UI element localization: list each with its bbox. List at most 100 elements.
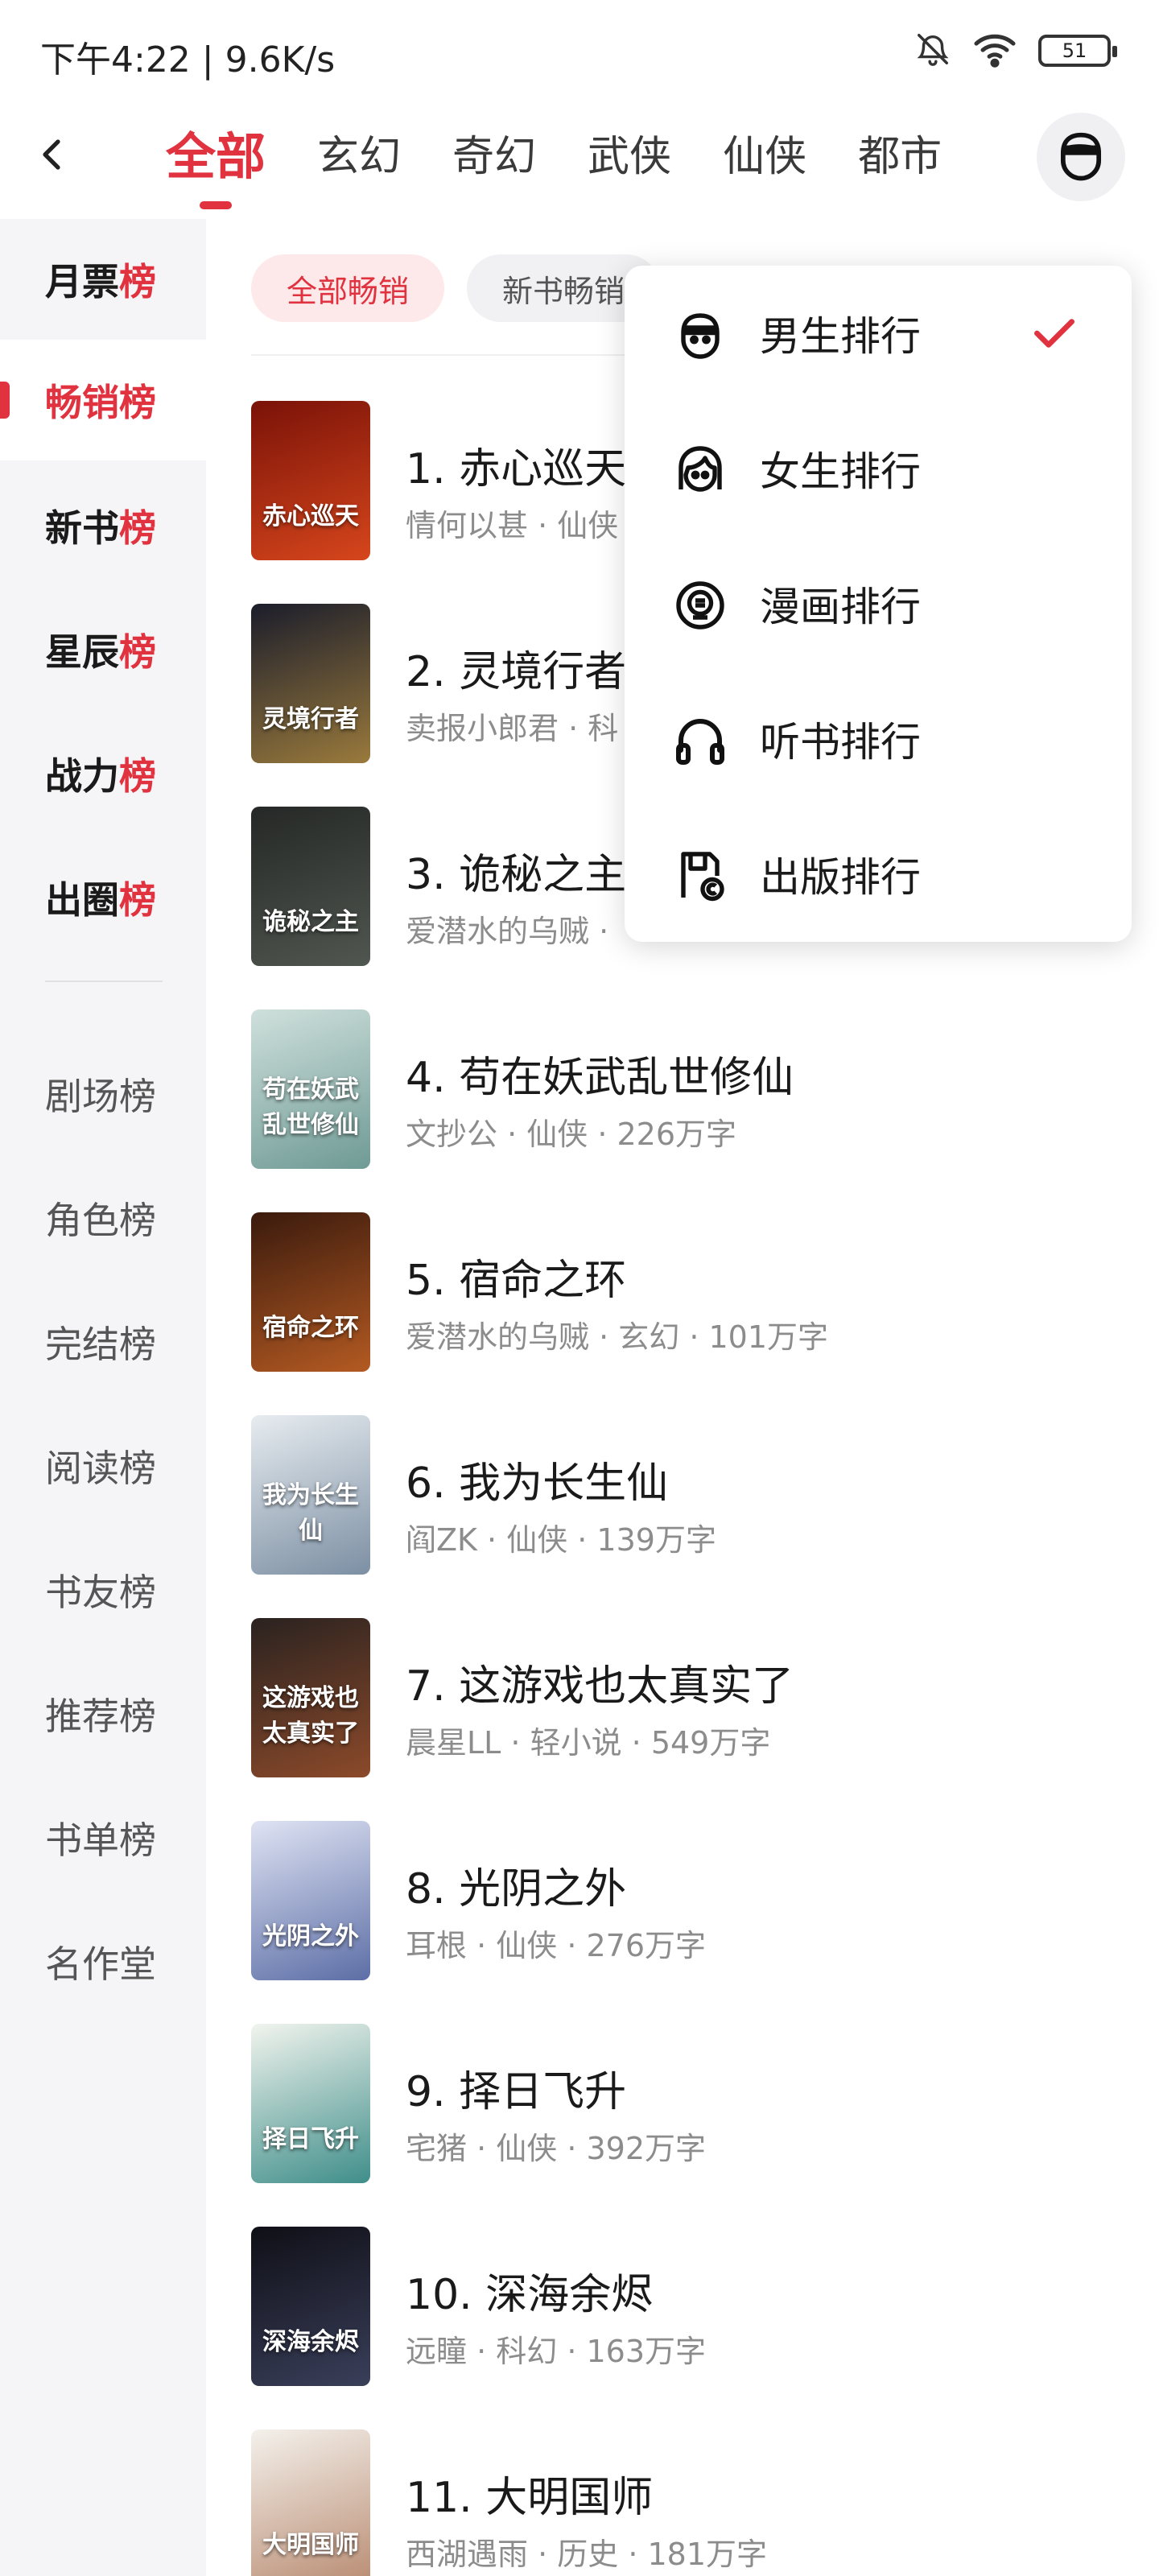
book-title: 4. 苟在妖武乱世修仙 [406, 1054, 794, 1102]
tab-wuxia[interactable]: 武侠 [588, 121, 671, 193]
sidebar-item-label: 新书 [45, 506, 119, 550]
tab-xianxia[interactable]: 仙侠 [723, 121, 806, 193]
sidebar-item-label: 星辰 [45, 630, 119, 674]
headphones-icon [671, 712, 729, 770]
sidebar-item-changxiao[interactable]: 畅销榜 [0, 340, 206, 460]
sidebar-item-shuyou[interactable]: 书友榜 [0, 1530, 206, 1650]
dropdown-item-female[interactable]: 女生排行 [625, 401, 1132, 536]
tab-all[interactable]: 全部 [166, 121, 266, 193]
book-title: 9. 择日飞升 [406, 2068, 627, 2116]
top-nav: 全部 玄幻 奇幻 武侠 仙侠 都市 [0, 105, 1159, 217]
sidebar-item-label-suffix: 榜 [119, 630, 156, 674]
dropdown-item-label: 出版排行 [760, 854, 921, 901]
sidebar-item-label: 月票 [45, 260, 119, 303]
sidebar-item-mingzuotang[interactable]: 名作堂 [0, 1901, 206, 2022]
status-time: 下午4:22 | 9.6K/s [40, 39, 336, 80]
book-title: 8. 光阴之外 [406, 1865, 627, 1913]
chevron-left-icon [34, 135, 72, 177]
book-meta: 晨星LL · 轻小说 · 549万字 [406, 1725, 771, 1761]
sidebar-item-xingchen[interactable]: 星辰榜 [0, 589, 206, 710]
book-title: 5. 宿命之环 [406, 1257, 627, 1305]
book-cover: 宿命之环 [251, 1212, 370, 1372]
sidebar-item-label: 出圈 [45, 878, 119, 922]
book-meta: 阎ZK · 仙侠 · 139万字 [406, 1522, 716, 1558]
book-cover-title: 赤心巡天 [262, 502, 359, 530]
book-list-item[interactable]: 择日飞升 9. 择日飞升宅猪 · 仙侠 · 392万字 [251, 2024, 1136, 2185]
book-list-item[interactable]: 我为长生仙 6. 我为长生仙阎ZK · 仙侠 · 139万字 [251, 1415, 1136, 1576]
male-face-icon [671, 306, 729, 364]
sidebar-divider [45, 980, 163, 982]
gender-switch-button[interactable] [1037, 113, 1125, 201]
book-meta: 文抄公 · 仙侠 · 226万字 [406, 1117, 737, 1152]
book-meta: 爱潜水的乌贼 · 玄幻 · 101万字 [406, 1319, 829, 1355]
book-title: 7. 这游戏也太真实了 [406, 1662, 794, 1711]
book-list-item[interactable]: 苟在妖武乱世修仙 4. 苟在妖武乱世修仙文抄公 · 仙侠 · 226万字 [251, 1009, 1136, 1170]
sidebar-item-label-suffix: 榜 [119, 878, 156, 922]
book-cover: 深海余烬 [251, 2227, 370, 2386]
sidebar-item-label: 战力 [45, 754, 119, 798]
book-meta: 远瞳 · 科幻 · 163万字 [406, 2334, 707, 2369]
book-cover: 大明国师 [251, 2429, 370, 2576]
bell-muted-icon [914, 31, 951, 71]
book-meta: 宅猪 · 仙侠 · 392万字 [406, 2131, 707, 2166]
book-meta: 爱潜水的乌贼 · [406, 914, 609, 949]
book-title: 6. 我为长生仙 [406, 1459, 669, 1508]
book-meta: 卖报小郎君 · 科 [406, 711, 619, 746]
book-cover-title: 光阴之外 [262, 1922, 359, 1951]
sidebar-item-yuepiao[interactable]: 月票榜 [0, 219, 206, 340]
sidebar-item-shudan[interactable]: 书单榜 [0, 1777, 206, 1898]
tab-qihuan[interactable]: 奇幻 [452, 121, 536, 193]
category-tabs: 全部 玄幻 奇幻 武侠 仙侠 都市 [166, 121, 993, 193]
sidebar-item-label: 畅销榜 [45, 381, 156, 424]
filter-chips: 全部畅销 新书畅销 [251, 254, 661, 322]
sidebar-item-label-suffix: 榜 [119, 260, 156, 303]
dropdown-item-label: 漫画排行 [760, 584, 921, 630]
book-title: 2. 灵境行者 [406, 648, 627, 696]
dropdown-item-publish[interactable]: 出版排行 [625, 807, 1132, 942]
dropdown-item-audiobook[interactable]: 听书排行 [625, 671, 1132, 807]
filter-chip-all-bestselling[interactable]: 全部畅销 [251, 254, 445, 322]
sidebar-item-xinshu[interactable]: 新书榜 [0, 465, 206, 586]
book-cover-title: 我为长生仙 [262, 1481, 359, 1545]
book-cover-title: 大明国师 [262, 2531, 359, 2559]
book-cover-title: 宿命之环 [262, 1314, 359, 1342]
book-title: 10. 深海余烬 [406, 2271, 654, 2319]
book-title: 1. 赤心巡天 [406, 445, 627, 493]
sidebar-item-chuquan[interactable]: 出圈榜 [0, 837, 206, 958]
book-cover-title: 诡秘之主 [262, 908, 359, 936]
dropdown-item-label: 女生排行 [760, 448, 921, 495]
book-cover-title: 这游戏也太真实了 [262, 1684, 359, 1748]
book-cover: 赤心巡天 [251, 401, 370, 560]
book-list-item[interactable]: 大明国师 11. 大明国师 西湖遇雨 · 历史 · 181万字 [251, 2429, 1136, 2576]
back-button[interactable] [29, 132, 77, 180]
book-list-item[interactable]: 深海余烬 10. 深海余烬远瞳 · 科幻 · 163万字 [251, 2227, 1136, 2388]
dropdown-arrow [1061, 246, 1103, 267]
sidebar-item-tuijian[interactable]: 推荐榜 [0, 1653, 206, 1774]
book-cover-title: 择日飞升 [262, 2125, 359, 2153]
book-cover: 苟在妖武乱世修仙 [251, 1009, 370, 1169]
sidebar-item-wanjie[interactable]: 完结榜 [0, 1282, 206, 1402]
comic-icon [671, 576, 729, 634]
book-cover: 灵境行者 [251, 604, 370, 763]
sidebar-item-juese[interactable]: 角色榜 [0, 1158, 206, 1278]
tab-xuanhuan[interactable]: 玄幻 [317, 121, 401, 193]
wifi-icon [972, 31, 1017, 71]
dropdown-item-male[interactable]: 男生排行 [625, 266, 1132, 401]
checkmark-icon [1030, 314, 1079, 356]
book-cover-title: 苟在妖武乱世修仙 [262, 1075, 359, 1139]
book-list-item[interactable]: 光阴之外 8. 光阴之外耳根 · 仙侠 · 276万字 [251, 1821, 1136, 1982]
book-list-item[interactable]: 宿命之环 5. 宿命之环爱潜水的乌贼 · 玄幻 · 101万字 [251, 1212, 1136, 1373]
sidebar: 月票榜 畅销榜 新书榜 星辰榜 战力榜 出圈榜 剧场榜 角色榜 完结榜 阅读榜 … [0, 219, 206, 2576]
book-cover: 我为长生仙 [251, 1415, 370, 1575]
book-meta: 耳根 · 仙侠 · 276万字 [406, 1928, 707, 1963]
book-list-item[interactable]: 这游戏也太真实了 7. 这游戏也太真实了晨星LL · 轻小说 · 549万字 [251, 1618, 1136, 1779]
sidebar-item-juchang[interactable]: 剧场榜 [0, 1034, 206, 1154]
dropdown-item-comic[interactable]: 漫画排行 [625, 536, 1132, 671]
book-cover: 诡秘之主 [251, 807, 370, 966]
sidebar-item-yuedu[interactable]: 阅读榜 [0, 1406, 206, 1526]
book-title: 11. 大明国师 [406, 2474, 654, 2522]
female-face-icon [671, 441, 729, 499]
tab-dushi[interactable]: 都市 [858, 121, 942, 193]
active-indicator [0, 382, 10, 419]
sidebar-item-zhanli[interactable]: 战力榜 [0, 713, 206, 834]
